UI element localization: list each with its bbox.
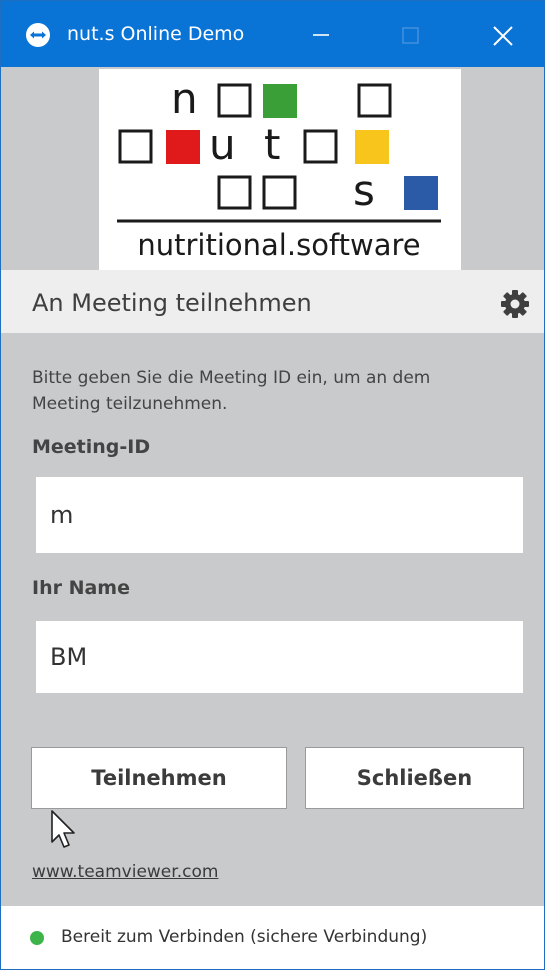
nuts-logo: n u t s nutritional.software	[99, 69, 461, 270]
teamviewer-icon	[26, 23, 50, 47]
logo-tagline: nutritional.software	[137, 228, 420, 262]
close-button[interactable]: Schließen	[305, 747, 524, 809]
logo-area: n u t s nutritional.software	[1, 67, 544, 270]
logo-letter-s: s	[353, 166, 375, 215]
logo-letter-t: t	[264, 120, 280, 169]
mouse-cursor-icon	[49, 809, 79, 855]
logo-letter-n: n	[171, 74, 198, 123]
window-title: nut.s Online Demo	[67, 23, 245, 45]
maximize-button[interactable]	[381, 1, 441, 67]
minimize-button[interactable]	[291, 1, 351, 67]
meeting-id-input[interactable]	[36, 477, 523, 553]
status-text: Bereit zum Verbinden (sichere Verbindung…	[61, 927, 428, 947]
app-window: nut.s Online Demo n u t s nutritional.so…	[0, 0, 545, 970]
instructions-text: Bitte geben Sie die Meeting ID ein, um a…	[32, 368, 431, 414]
name-input[interactable]	[36, 621, 523, 693]
title-bar[interactable]: nut.s Online Demo	[1, 1, 544, 67]
meeting-id-label: Meeting-ID	[32, 436, 151, 458]
name-label: Ihr Name	[32, 577, 130, 599]
status-bar: Bereit zum Verbinden (sichere Verbindung…	[1, 906, 544, 969]
page-title: An Meeting teilnehmen	[32, 289, 312, 317]
section-header: An Meeting teilnehmen	[1, 270, 544, 333]
status-indicator-icon	[30, 931, 44, 945]
join-button[interactable]: Teilnehmen	[31, 747, 287, 809]
close-window-button[interactable]	[473, 1, 533, 67]
teamviewer-link[interactable]: www.teamviewer.com	[32, 862, 218, 882]
logo-letter-u: u	[209, 120, 236, 169]
gear-icon[interactable]	[498, 287, 532, 321]
